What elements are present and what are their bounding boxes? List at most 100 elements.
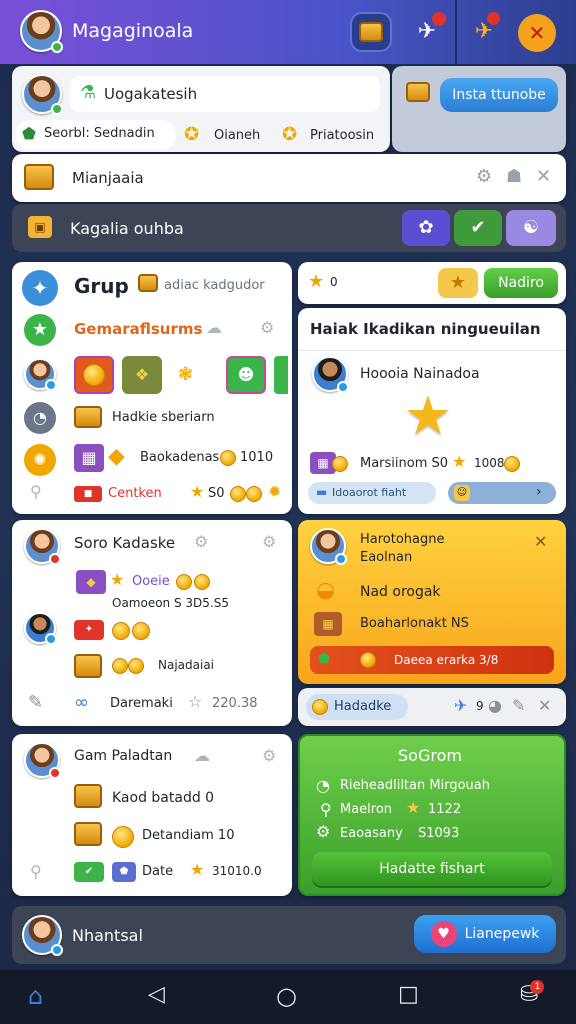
close-icon[interactable]: ✕ <box>536 168 551 186</box>
banner-avatar[interactable] <box>22 915 63 956</box>
orange-banner[interactable]: ⬟ Daeea erarka 3/8 <box>310 646 554 674</box>
notify-label: Hadadke <box>334 699 392 714</box>
tile-edge <box>274 356 288 394</box>
orange-avatar[interactable] <box>310 528 347 565</box>
next-pill[interactable]: ☺ › <box>448 482 556 504</box>
member-avatar[interactable] <box>24 358 57 391</box>
reward-tile[interactable]: ❖ <box>122 356 162 394</box>
check-button[interactable]: ✔ <box>454 210 502 246</box>
event-avatar[interactable] <box>312 356 349 393</box>
gam-card: Gam Paladtan ☁ ⚙ Kaod batadd 0 Detandiam… <box>12 734 292 896</box>
edit-icon[interactable]: ✎ <box>512 698 525 714</box>
mystery-button[interactable]: ☯ <box>506 210 556 246</box>
star-icon: ★ <box>190 860 205 879</box>
online-indicator <box>51 41 63 53</box>
shield-icon: ⬟ <box>318 651 331 667</box>
gear-icon[interactable]: ⚙ <box>260 320 274 336</box>
group-subtitle: adiac kadgudor <box>164 278 265 293</box>
edit-icon[interactable]: ✎ <box>28 694 43 712</box>
home-icon[interactable]: ⌂ <box>28 984 43 1008</box>
back-icon[interactable]: ◁ <box>148 984 165 1006</box>
insta-button[interactable]: Insta ttunobe <box>440 78 558 112</box>
gam-avatar[interactable] <box>24 742 61 779</box>
profile-avatar[interactable] <box>22 74 63 115</box>
recents-icon[interactable]: □ <box>398 984 419 1006</box>
star-button[interactable]: ★ <box>438 268 478 298</box>
inbox-icon[interactable]: ⛁ 1 <box>520 980 545 1006</box>
puzzle-button[interactable]: ✿ <box>402 210 450 246</box>
tag-icon: ✔ <box>74 862 104 882</box>
coin-icon <box>128 658 144 674</box>
tab-2[interactable]: ✪ Priatoosin <box>280 122 390 150</box>
tab-label: Oianeh <box>214 128 261 143</box>
chest-icon <box>138 274 158 292</box>
cloud-icon: ☁ <box>194 746 210 765</box>
notify-pill[interactable]: Hadadke <box>306 694 408 720</box>
green-action-button[interactable]: Hadatte fishart <box>312 852 552 886</box>
coin-icon <box>194 574 210 590</box>
candy-icon: ❃ <box>178 364 194 385</box>
star-icon: ★ <box>406 798 421 817</box>
profile-name: Uogakatesih <box>104 85 198 103</box>
coin-icon <box>112 826 134 848</box>
rocket-button[interactable]: ✈ <box>406 12 448 52</box>
tab-0[interactable]: ⬟ Seorbl: Sednadin <box>16 120 176 150</box>
star-icon: ★ <box>308 271 325 292</box>
close-icon[interactable]: ✕ <box>518 14 556 52</box>
potion-icon: ⚗ <box>80 82 97 103</box>
app-header: Magaginoala ✈ ✈ ✕ <box>0 0 576 64</box>
orange-card: Harotohagne Eaolnan ✕ ◒ Nad orogak ▦ Boa… <box>298 520 566 684</box>
banner-button[interactable]: ♥ Lianepewk <box>414 915 556 953</box>
tab-label: Seorbl: Sednadin <box>44 126 155 141</box>
row1-label: Hadkie sberiarn <box>112 410 215 425</box>
notification-badge <box>487 12 500 25</box>
clock-icon: ◔ <box>316 776 330 795</box>
section-bar: ▣ Kagalia ouhba ✿ ✔ ☯ <box>12 204 566 252</box>
cloud-icon: ☁ <box>206 318 222 337</box>
star-outline-icon: ☆ <box>188 692 203 711</box>
boost-button[interactable]: ✈ <box>464 12 504 52</box>
search-input[interactable]: Mianjaaia <box>72 169 144 187</box>
gam-row1: Kaod batadd 0 <box>112 790 215 806</box>
chest-button[interactable] <box>350 12 392 52</box>
home-circle-icon[interactable]: ○ <box>276 984 297 1008</box>
member-avatar[interactable] <box>24 612 57 645</box>
sora-avatar[interactable] <box>24 528 61 565</box>
chest-icon <box>406 82 430 102</box>
gear-icon[interactable]: ⚙ <box>262 748 276 764</box>
gear-icon[interactable]: ⚙ <box>194 534 208 550</box>
chest-icon <box>74 654 102 678</box>
close-icon[interactable]: ✕ <box>538 698 551 714</box>
row2-label: Baokadenas <box>140 450 220 465</box>
globe-icon[interactable]: ◕ <box>488 698 502 714</box>
chest-icon <box>74 784 102 808</box>
gear-icon[interactable]: ⚙ <box>262 534 276 550</box>
nadiro-button[interactable]: Nadiro <box>484 268 558 298</box>
star-strip: ★ 0 ★ Nadiro <box>298 262 566 304</box>
mask-icon[interactable]: ☗ <box>506 168 522 186</box>
shield-icon: ⬟ <box>112 862 136 882</box>
event-person: Hoooia Nainadoa <box>360 366 480 382</box>
profile-name-field[interactable]: ⚗ Uogakatesih <box>70 76 380 112</box>
coin-icon <box>230 486 246 502</box>
header-avatar[interactable] <box>20 10 63 53</box>
progress-pill[interactable]: ▬ Idoaorot fiaht <box>308 482 436 504</box>
chevron-right-icon: › <box>536 484 542 500</box>
chest-icon <box>74 406 102 428</box>
reward-tile[interactable] <box>74 356 114 394</box>
treasure-icon: ◆ <box>76 570 106 594</box>
sora-label3: Daremaki <box>110 696 173 711</box>
shield-icon: ⬟ <box>22 124 36 143</box>
orange-banner-text: Daeea erarka 3/8 <box>394 653 499 667</box>
sora-label1: Oamoeon S 3D5.S5 <box>112 596 229 610</box>
coin-icon <box>504 456 520 472</box>
tab-1[interactable]: ✪ Oianeh <box>180 122 280 150</box>
gear-icon[interactable]: ⚙ <box>476 168 492 186</box>
sparkle-icon: ✹ <box>268 482 282 501</box>
orange-subtitle: Eaolnan <box>360 550 413 565</box>
event-footer-text: Marsiinom S0 <box>360 456 449 471</box>
reward-tile[interactable]: ☻ <box>226 356 266 394</box>
clock-icon: ◔ <box>24 402 56 434</box>
close-icon[interactable]: ✕ <box>534 534 547 550</box>
smile-icon: ☺ <box>454 485 470 501</box>
